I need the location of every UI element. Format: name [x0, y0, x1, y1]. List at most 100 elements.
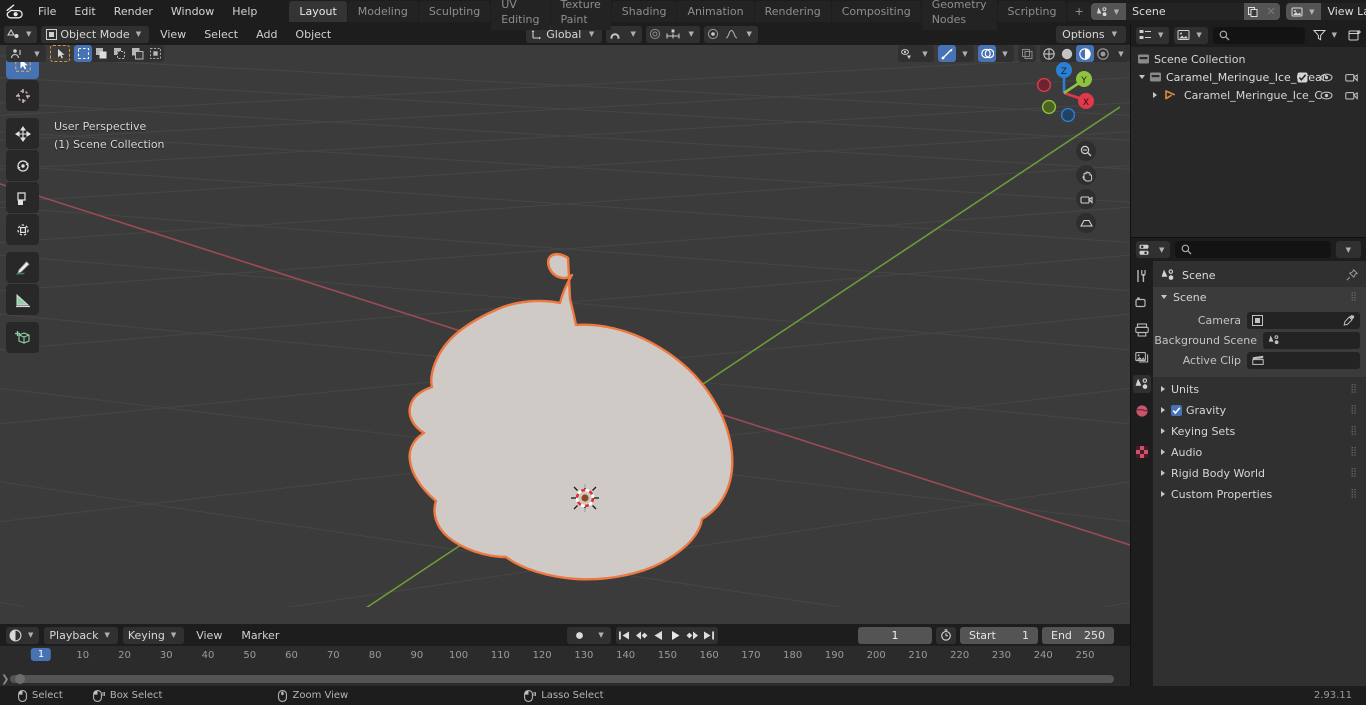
active-clip-field[interactable] — [1247, 351, 1360, 369]
camera-icon[interactable] — [1345, 72, 1358, 83]
add-workspace-button[interactable]: + — [1067, 2, 1091, 21]
duplicate-icon[interactable] — [1244, 3, 1263, 20]
stopwatch-icon[interactable] — [936, 626, 956, 644]
drag-handle-icon[interactable]: ⣿ — [1350, 426, 1358, 436]
panel-header-gravity[interactable]: Gravity ⣿ — [1153, 400, 1366, 420]
rendered-shading-icon[interactable] — [1094, 45, 1112, 62]
disclosure-triangle-icon[interactable] — [1139, 75, 1145, 79]
annotate-tool[interactable] — [6, 252, 39, 283]
play-icon[interactable] — [667, 627, 684, 644]
rotate-tool[interactable] — [6, 150, 39, 181]
move-tool[interactable] — [6, 118, 39, 149]
panel-header-audio[interactable]: Audio ⣿ — [1153, 442, 1366, 462]
camera-icon[interactable] — [1345, 90, 1358, 101]
collection-checkbox[interactable] — [1297, 72, 1308, 83]
viewport-menu-add[interactable]: Add — [249, 26, 284, 43]
auto-keying-icon[interactable] — [567, 627, 591, 644]
timeline-expand-icon[interactable]: ❯ — [1, 674, 9, 685]
gizmo-icon[interactable] — [938, 45, 956, 62]
zoom-icon[interactable] — [1076, 141, 1096, 161]
outliner-row-scene-collection[interactable]: Scene Collection — [1131, 50, 1366, 68]
next-keyframe-icon[interactable] — [684, 627, 701, 644]
scene-icon[interactable]: ▼ — [1090, 3, 1127, 20]
select-box-icon[interactable] — [74, 45, 92, 62]
disclosure-triangle-icon[interactable] — [1161, 491, 1165, 497]
tab-sculpting[interactable]: Sculpting — [418, 1, 491, 22]
tab-rendering[interactable]: Rendering — [754, 1, 831, 22]
active-tool-dropdown-icon[interactable]: ▼ — [28, 45, 46, 62]
tab-layout[interactable]: Layout — [289, 1, 347, 22]
view-layer-selector[interactable]: ▼ View Layer ✕ — [1286, 3, 1366, 20]
disclosure-triangle-icon[interactable] — [1161, 428, 1165, 434]
disclosure-triangle-icon[interactable] — [1161, 295, 1167, 299]
start-frame-field[interactable]: Start 1 — [960, 626, 1038, 644]
scene-selector[interactable]: ▼ Scene ✕ — [1090, 3, 1281, 20]
scene-name-field[interactable]: Scene — [1126, 3, 1245, 20]
tab-compositing[interactable]: Compositing — [831, 1, 921, 22]
tab-uv-editing[interactable]: UV Editing — [491, 0, 550, 30]
eyedropper-icon[interactable] — [1343, 314, 1355, 326]
pan-icon[interactable] — [1076, 165, 1096, 185]
jump-start-icon[interactable] — [616, 627, 633, 644]
gizmo-dropdown-icon[interactable]: ▼ — [956, 45, 974, 62]
view-layer-tab[interactable] — [1133, 348, 1151, 366]
disclosure-triangle-icon[interactable] — [1153, 92, 1157, 98]
new-collection-icon[interactable] — [1348, 29, 1361, 42]
end-frame-field[interactable]: End 250 — [1042, 626, 1114, 644]
xray-icon[interactable] — [1018, 45, 1036, 62]
material-preview-icon[interactable] — [1076, 45, 1094, 62]
panel-header-scene[interactable]: Scene ⣿ — [1153, 287, 1366, 307]
pin-icon[interactable] — [1346, 269, 1358, 281]
disclosure-triangle-icon[interactable] — [1161, 449, 1165, 455]
background-scene-field[interactable] — [1263, 331, 1360, 349]
solid-shading-icon[interactable] — [1058, 45, 1076, 62]
select-subtract-icon[interactable] — [110, 45, 128, 62]
render-tab[interactable] — [1133, 294, 1151, 312]
ortho-persp-icon[interactable] — [1076, 213, 1096, 233]
tab-animation[interactable]: Animation — [677, 1, 754, 22]
properties-editor-icon[interactable]: ▼ — [1136, 241, 1171, 258]
add-cube-tool[interactable] — [6, 322, 39, 353]
cursor-tool[interactable] — [6, 80, 39, 111]
auto-keying-group[interactable]: ▼ — [567, 626, 611, 644]
timeline-strip[interactable]: 10 20 30 40 50 60 70 80 90 100 110 120 130 140 150 160 1… — [0, 646, 1130, 686]
panel-header-custom-properties[interactable]: Custom Properties ⣿ — [1153, 484, 1366, 504]
menu-render[interactable]: Render — [106, 2, 161, 21]
panel-header-units[interactable]: Units ⣿ — [1153, 379, 1366, 399]
disclosure-triangle-icon[interactable] — [1161, 407, 1165, 413]
auto-keying-dropdown-icon[interactable]: ▼ — [591, 627, 610, 644]
view-layer-name-field[interactable]: View Layer — [1321, 3, 1366, 20]
playback-transport[interactable] — [615, 626, 718, 644]
outliner-row-object[interactable]: Caramel_Meringue_Ice_C — [1131, 86, 1366, 104]
menu-window[interactable]: Window — [163, 2, 222, 21]
shading-dropdown-icon[interactable]: ▼ — [1112, 45, 1130, 62]
menu-help[interactable]: Help — [224, 2, 265, 21]
camera-field[interactable] — [1247, 311, 1360, 329]
tab-texture-paint[interactable]: Texture Paint — [550, 0, 611, 30]
select-difference-icon[interactable] — [128, 45, 146, 62]
gravity-checkbox[interactable] — [1171, 404, 1182, 416]
outliner-search-input[interactable] — [1212, 26, 1305, 44]
editor-type-icon[interactable]: ▼ — [4, 25, 38, 43]
chevron-down-icon[interactable]: ▼ — [1335, 241, 1361, 258]
overlays-dropdown-icon[interactable]: ▼ — [996, 45, 1014, 62]
viewport-menu-view[interactable]: View — [153, 26, 193, 43]
measure-tool[interactable] — [6, 284, 39, 315]
outliner-tree[interactable]: Scene Collection Caramel_Meringue_Ice_Cr… — [1131, 47, 1366, 237]
disclosure-triangle-icon[interactable] — [1161, 386, 1165, 392]
panel-header-keying-sets[interactable]: Keying Sets ⣿ — [1153, 421, 1366, 441]
gizmo-group[interactable]: ▼ — [938, 45, 974, 62]
play-reverse-icon[interactable] — [650, 627, 667, 644]
menu-file[interactable]: File — [30, 2, 64, 21]
timeline-scrollbar[interactable] — [10, 674, 1114, 684]
drag-handle-icon[interactable]: ⣿ — [1350, 489, 1358, 499]
camera-icon[interactable] — [1076, 189, 1096, 209]
wireframe-shading-icon[interactable] — [1040, 45, 1058, 62]
viewport-menu-select[interactable]: Select — [197, 26, 245, 43]
timeline-editor-icon[interactable]: ▼ — [6, 626, 40, 644]
overlays-group[interactable]: ▼ — [978, 45, 1014, 62]
eye-icon[interactable] — [1320, 72, 1333, 83]
outliner-row-collection[interactable]: Caramel_Meringue_Ice_Crear — [1131, 68, 1366, 86]
visibility-dropdown-icon[interactable]: ▼ — [916, 45, 934, 62]
outliner-display-mode-icon[interactable]: ▼ — [1136, 26, 1170, 44]
